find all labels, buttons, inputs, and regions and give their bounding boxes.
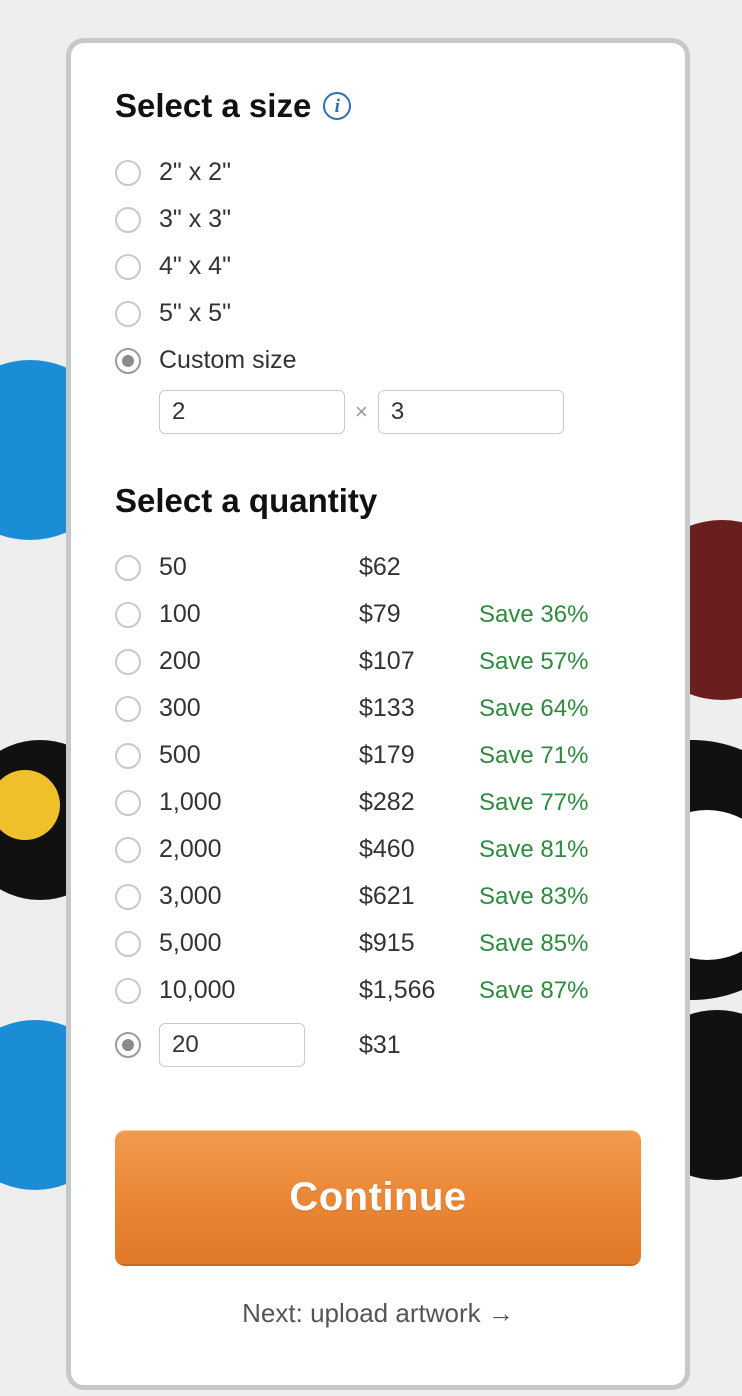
- custom-quantity-input[interactable]: [159, 1023, 305, 1067]
- radio-icon: [115, 207, 141, 233]
- size-option-custom[interactable]: Custom size: [115, 337, 641, 384]
- size-option-label: 4" x 4": [159, 252, 349, 281]
- quantity-section-title: Select a quantity: [115, 482, 641, 520]
- radio-icon: [115, 790, 141, 816]
- radio-icon: [115, 696, 141, 722]
- size-section-title: Select a size i: [115, 87, 641, 125]
- quantity-option[interactable]: 50 $62: [115, 544, 641, 591]
- quantity-option[interactable]: 2,000 $460 Save 81%: [115, 826, 641, 873]
- quantity-label: 10,000: [159, 976, 359, 1005]
- quantity-option-custom[interactable]: $31: [115, 1014, 641, 1076]
- custom-height-input[interactable]: [378, 390, 564, 434]
- size-option-label: 5" x 5": [159, 299, 349, 328]
- radio-icon: [115, 602, 141, 628]
- quantity-price: $1,566: [359, 976, 479, 1005]
- dimension-separator: ×: [355, 399, 368, 425]
- quantity-price: $31: [359, 1031, 479, 1060]
- quantity-save: Save 64%: [479, 695, 588, 723]
- quantity-save: Save 83%: [479, 883, 588, 911]
- quantity-label: 300: [159, 694, 359, 723]
- radio-icon: [115, 1032, 141, 1058]
- quantity-option[interactable]: 300 $133 Save 64%: [115, 685, 641, 732]
- order-form-card: Select a size i 2" x 2" 3" x 3" 4" x 4" …: [66, 38, 690, 1390]
- quantity-label: 100: [159, 600, 359, 629]
- quantity-options: 50 $62 100 $79 Save 36% 200 $107 Save 57…: [115, 544, 641, 1076]
- quantity-price: $460: [359, 835, 479, 864]
- quantity-label: 50: [159, 553, 359, 582]
- quantity-option[interactable]: 200 $107 Save 57%: [115, 638, 641, 685]
- quantity-price: $915: [359, 929, 479, 958]
- quantity-option[interactable]: 5,000 $915 Save 85%: [115, 920, 641, 967]
- radio-icon: [115, 160, 141, 186]
- size-title-text: Select a size: [115, 87, 311, 125]
- quantity-label: 500: [159, 741, 359, 770]
- quantity-save: Save 85%: [479, 930, 588, 958]
- radio-icon: [115, 254, 141, 280]
- quantity-option[interactable]: 1,000 $282 Save 77%: [115, 779, 641, 826]
- quantity-option[interactable]: 500 $179 Save 71%: [115, 732, 641, 779]
- quantity-save: Save 77%: [479, 789, 588, 817]
- quantity-save: Save 36%: [479, 601, 588, 629]
- quantity-option[interactable]: 10,000 $1,566 Save 87%: [115, 967, 641, 1014]
- quantity-price: $133: [359, 694, 479, 723]
- quantity-price: $62: [359, 553, 479, 582]
- quantity-label: 5,000: [159, 929, 359, 958]
- quantity-label: 200: [159, 647, 359, 676]
- custom-size-inputs: ×: [159, 390, 641, 434]
- quantity-save: Save 57%: [479, 648, 588, 676]
- quantity-save: Save 87%: [479, 977, 588, 1005]
- size-option-label: 2" x 2": [159, 158, 349, 187]
- quantity-save: Save 71%: [479, 742, 588, 770]
- quantity-price: $79: [359, 600, 479, 629]
- size-option[interactable]: 2" x 2": [115, 149, 641, 196]
- quantity-option[interactable]: 100 $79 Save 36%: [115, 591, 641, 638]
- size-option[interactable]: 5" x 5": [115, 290, 641, 337]
- next-step-text: Next: upload artwork →: [115, 1298, 641, 1329]
- size-options: 2" x 2" 3" x 3" 4" x 4" 5" x 5" Custom s…: [115, 149, 641, 440]
- radio-icon: [115, 931, 141, 957]
- info-icon[interactable]: i: [323, 92, 351, 120]
- radio-icon: [115, 743, 141, 769]
- custom-quantity-wrap: [159, 1023, 359, 1067]
- quantity-title-text: Select a quantity: [115, 482, 377, 520]
- quantity-section: Select a quantity 50 $62 100 $79 Save 36…: [115, 482, 641, 1076]
- radio-icon: [115, 348, 141, 374]
- radio-icon: [115, 301, 141, 327]
- custom-width-input[interactable]: [159, 390, 345, 434]
- size-option[interactable]: 3" x 3": [115, 196, 641, 243]
- quantity-price: $179: [359, 741, 479, 770]
- quantity-price: $621: [359, 882, 479, 911]
- continue-button[interactable]: Continue: [115, 1130, 641, 1264]
- size-option[interactable]: 4" x 4": [115, 243, 641, 290]
- radio-icon: [115, 978, 141, 1004]
- quantity-option[interactable]: 3,000 $621 Save 83%: [115, 873, 641, 920]
- size-option-label: 3" x 3": [159, 205, 349, 234]
- quantity-label: 1,000: [159, 788, 359, 817]
- radio-icon: [115, 555, 141, 581]
- quantity-label: 2,000: [159, 835, 359, 864]
- size-option-label: Custom size: [159, 346, 349, 375]
- quantity-save: Save 81%: [479, 836, 588, 864]
- radio-icon: [115, 649, 141, 675]
- quantity-price: $282: [359, 788, 479, 817]
- radio-icon: [115, 837, 141, 863]
- quantity-label: 3,000: [159, 882, 359, 911]
- quantity-price: $107: [359, 647, 479, 676]
- radio-icon: [115, 884, 141, 910]
